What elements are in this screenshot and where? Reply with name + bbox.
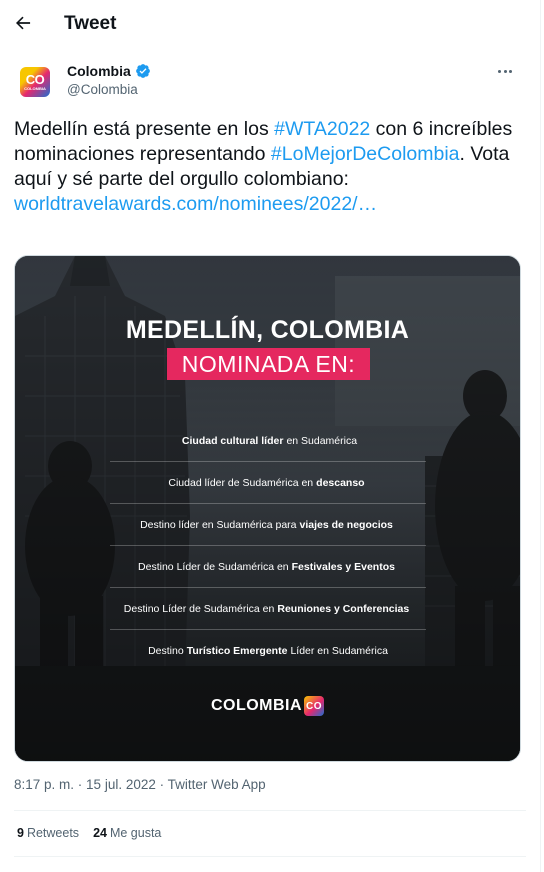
nomination-pre: Destino Líder de Sudamérica en	[123, 602, 275, 615]
logo-subtext: COLOMBIA	[24, 85, 46, 91]
tweet-time[interactable]: 8:17 p. m.	[14, 777, 74, 792]
author-handle[interactable]: @Colombia	[67, 82, 138, 97]
tweet-meta: 8:17 p. m. · 15 jul. 2022 · Twitter Web …	[14, 777, 266, 792]
top-bar: Tweet	[0, 0, 540, 50]
ellipsis-icon	[498, 69, 502, 73]
nomination-item: Ciudad cultural líder en Sudamérica	[110, 420, 426, 462]
brand-mark: CO	[304, 696, 325, 716]
nomination-list: Ciudad cultural líder en Sudamérica Ciuda…	[110, 420, 426, 671]
nomination-bold: descanso	[316, 476, 365, 489]
author-name-row[interactable]: Colombia	[67, 63, 151, 79]
meta-separator: ·	[155, 777, 168, 792]
page-title: Tweet	[64, 13, 117, 34]
nomination-item: Destino Líder de Sudamérica en Festivales…	[110, 546, 426, 588]
nomination-pre: Ciudad líder de Sudamérica en	[168, 476, 314, 489]
likes-label: Me gusta	[109, 826, 162, 840]
tweet-stats: 9 Retweets 24 Me gusta	[17, 826, 161, 840]
nomination-post: en Sudamérica	[286, 434, 358, 447]
nomination-pre: Destino líder en Sudamérica para	[140, 518, 297, 531]
verified-badge-icon	[135, 64, 150, 78]
nomination-pre: Destino	[148, 644, 184, 657]
more-options-button[interactable]	[490, 61, 520, 81]
tweet-date[interactable]: 15 jul. 2022	[86, 777, 156, 792]
tweet-source[interactable]: Twitter Web App	[168, 777, 266, 792]
nomination-bold: Ciudad cultural líder	[181, 434, 284, 447]
nomination-bold: Turístico Emergente	[186, 644, 288, 657]
meta-separator: ·	[74, 777, 87, 792]
retweets-stat[interactable]: 9 Retweets	[17, 826, 79, 840]
ellipsis-dot	[508, 69, 512, 73]
external-link[interactable]: worldtravelawards.com/nominees/2022/…	[14, 193, 377, 215]
logo-text: CO	[25, 71, 45, 87]
image-brand: COLOMBIA CO	[15, 696, 520, 716]
tweet-image[interactable]: MEDELLÍN, COLOMBIA NOMINADA EN: Ciudad c…	[14, 255, 521, 762]
author-name[interactable]: Colombia	[67, 63, 131, 79]
retweets-count: 9	[17, 826, 24, 840]
brand-text: COLOMBIA	[210, 697, 303, 714]
divider	[14, 810, 526, 811]
nomination-post: Líder en Sudamérica	[290, 644, 388, 657]
nomination-item: Destino Líder de Sudamérica en Reuniones …	[110, 588, 426, 630]
nomination-item: Ciudad líder de Sudamérica en descanso	[110, 462, 426, 504]
likes-stat[interactable]: 24 Me gusta	[93, 826, 161, 840]
hashtag-link[interactable]: #WTA2022	[274, 118, 370, 140]
colombia-logo: CO COLOMBIA	[20, 67, 50, 97]
arrow-left-icon	[16, 16, 31, 30]
hashtag-link[interactable]: #LoMejorDeColombia	[271, 143, 460, 165]
nomination-bold: viajes de negocios	[299, 518, 393, 531]
nomination-item: Destino líder en Sudamérica para viajes d…	[110, 504, 426, 546]
divider	[14, 856, 526, 857]
avatar[interactable]: CO COLOMBIA	[14, 61, 56, 103]
nomination-item: Destino Turístico Emergente Líder en Sudam…	[110, 630, 426, 671]
tweet-text: Medellín está presente en los #WTA2022 c…	[14, 117, 526, 217]
image-badge: NOMINADA EN:	[167, 348, 370, 380]
likes-count: 24	[93, 826, 107, 840]
author-row: CO COLOMBIA Colombia @Colombia	[14, 61, 526, 103]
nomination-bold: Festivales y Eventos	[291, 560, 395, 573]
nomination-pre: Destino Líder de Sudamérica en	[138, 560, 289, 573]
tweet-detail-column: Tweet CO COLOMBIA Colombia @Colombia Med…	[0, 0, 541, 872]
tweet-text-part: Medellín está presente en los	[14, 118, 275, 140]
back-button[interactable]	[8, 8, 38, 38]
retweets-label: Retweets	[26, 826, 80, 840]
nomination-bold: Reuniones y Conferencias	[277, 602, 410, 615]
ellipsis-dot	[503, 69, 507, 73]
image-title: MEDELLÍN, COLOMBIA	[125, 316, 410, 344]
